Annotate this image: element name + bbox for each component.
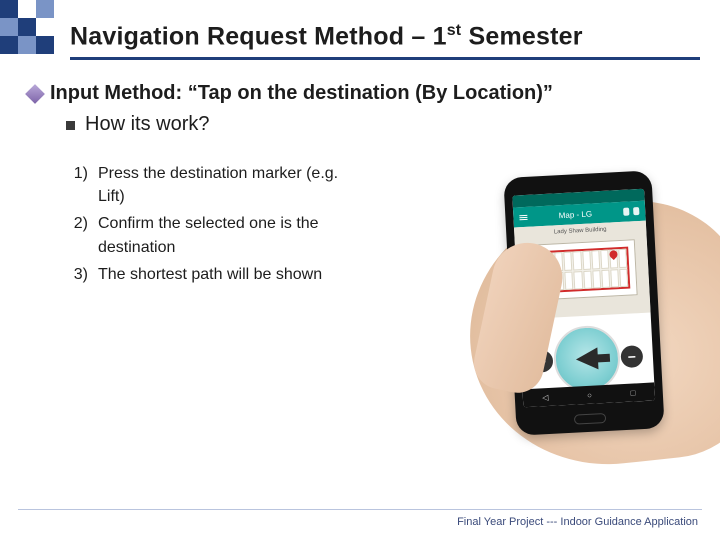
zoom-out-button[interactable]: − [620, 345, 643, 368]
more-icon[interactable] [633, 207, 639, 215]
step-text: Press the destination marker (e.g. Lift) [98, 162, 368, 208]
title-sup: st [447, 22, 462, 39]
slide-title: Navigation Request Method – 1st Semester [70, 22, 700, 51]
phone-home-button [574, 413, 606, 425]
direction-dial[interactable] [552, 324, 621, 393]
title-underline [70, 57, 700, 60]
step-item: 3) The shortest path will be shown [68, 263, 368, 286]
mic-icon[interactable] [623, 208, 629, 216]
title-post: Semester [461, 22, 582, 50]
step-text: The shortest path will be shown [98, 263, 322, 286]
diamond-bullet-icon [25, 84, 45, 104]
nav-recent-icon[interactable]: □ [630, 388, 635, 397]
subheading-row: How its work? [66, 113, 696, 136]
footer-text: Final Year Project --- Indoor Guidance A… [457, 516, 698, 528]
step-item: 2) Confirm the selected one is the desti… [68, 212, 368, 258]
subheading-text: How its work? [85, 113, 209, 136]
step-text: Confirm the selected one is the destinat… [98, 212, 368, 258]
hamburger-icon[interactable] [519, 214, 527, 219]
step-number: 2) [68, 212, 88, 258]
appbar-title: Map - LG [558, 209, 592, 220]
step-number: 1) [68, 162, 88, 208]
nav-home-icon[interactable]: ○ [587, 390, 592, 399]
section-heading-row: Input Method: “Tap on the destination (B… [28, 82, 696, 105]
android-nav-bar: ◁ ○ □ [522, 382, 655, 407]
step-number: 3) [68, 263, 88, 286]
section-heading: Input Method: “Tap on the destination (B… [50, 82, 553, 105]
square-bullet-icon [66, 121, 75, 130]
phone-in-hand-illustration: Map - LG Lady Shaw Building + [452, 164, 720, 454]
nav-back-icon[interactable]: ◁ [542, 392, 549, 401]
corner-decoration [0, 0, 54, 54]
building-label: Lady Shaw Building [554, 227, 607, 236]
steps-list: 1) Press the destination marker (e.g. Li… [68, 162, 368, 290]
arrow-left-icon [575, 347, 598, 370]
footer-separator [18, 509, 702, 510]
title-pre: Navigation Request Method – 1 [70, 22, 447, 50]
step-item: 1) Press the destination marker (e.g. Li… [68, 162, 368, 208]
